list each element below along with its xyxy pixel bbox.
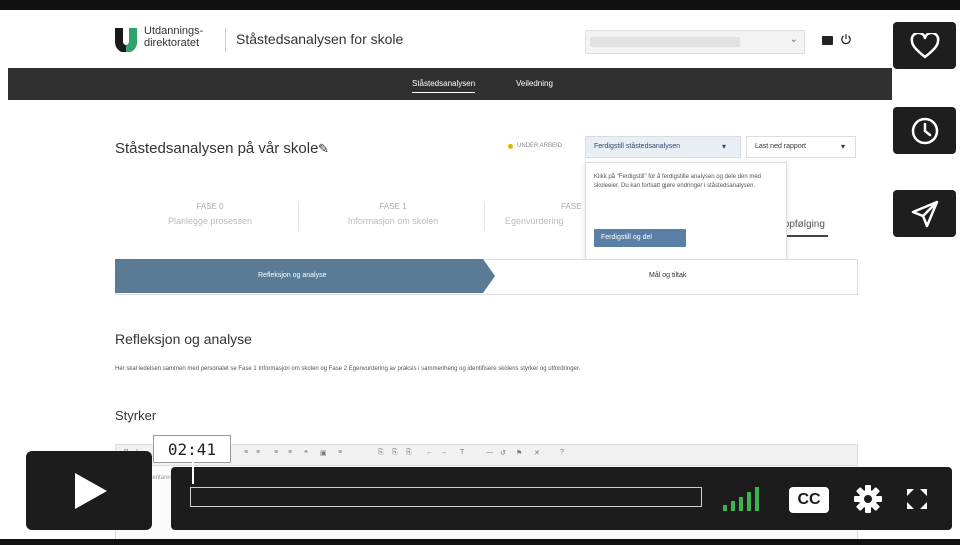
- horizontal-rule-icon[interactable]: —: [486, 449, 493, 456]
- progress-bar[interactable]: [190, 487, 702, 507]
- caret-down-icon: ▾: [721, 142, 726, 151]
- nav-item-veiledning[interactable]: Veiledning: [516, 79, 553, 88]
- section-title: Refleksjon og analyse: [115, 331, 252, 347]
- page-title: Ståstedsanalysen på vår skole: [115, 140, 319, 157]
- copy-icon[interactable]: ⎘: [392, 449, 398, 457]
- step-reflection: Refleksjon og analyse: [258, 272, 327, 279]
- power-icon[interactable]: [840, 33, 852, 45]
- like-button[interactable]: [893, 22, 956, 69]
- heart-icon: [910, 32, 939, 58]
- volume-icon[interactable]: [723, 487, 769, 511]
- message-icon[interactable]: [822, 36, 833, 45]
- chevron-down-icon: ⌄: [789, 34, 798, 45]
- finish-and-share-button[interactable]: Ferdigstill og del: [594, 229, 686, 247]
- share-button[interactable]: [893, 190, 956, 237]
- indent-icon[interactable]: ≡: [288, 449, 292, 456]
- video-frame-bottom: [0, 539, 960, 545]
- gear-icon[interactable]: [852, 483, 884, 515]
- player-controls: CC: [171, 467, 952, 530]
- school-select-value: [590, 37, 740, 47]
- finish-popover: Klikk på "Ferdigstill" for å ferdigstill…: [585, 162, 787, 262]
- time-tooltip: 02:41: [153, 435, 231, 463]
- table-icon[interactable]: ≡: [338, 449, 342, 456]
- refresh-icon[interactable]: ↺: [500, 449, 506, 457]
- undo-icon[interactable]: ←: [426, 449, 433, 456]
- play-icon: [75, 472, 107, 509]
- play-button[interactable]: [26, 451, 152, 530]
- school-select[interactable]: ⌄: [585, 30, 805, 54]
- udir-logo-icon: [115, 28, 137, 52]
- logo-text: Utdannings- direktoratet: [144, 25, 204, 49]
- phase-0-tab[interactable]: FASE 0 Planlegge prosessen: [140, 202, 280, 226]
- status-badge: UNDER ARBEID: [508, 143, 562, 149]
- finish-analysis-dropdown[interactable]: Ferdigstill ståstedsanalysen ▾: [585, 136, 741, 158]
- outdent-icon[interactable]: ≡: [274, 449, 278, 456]
- captions-button[interactable]: CC: [789, 487, 829, 513]
- image-icon[interactable]: ▣: [320, 449, 327, 457]
- popover-text: Klikk på "Ferdigstill" for å ferdigstill…: [594, 174, 762, 189]
- section-description: Her skal ledelsen sammen med personalet …: [115, 366, 581, 372]
- subsection-title: Styrker: [115, 408, 157, 423]
- clock-icon: [911, 117, 938, 144]
- phase-divider: [484, 203, 485, 231]
- time-tooltip-pointer: [192, 462, 194, 484]
- app-title: Ståstedsanalysen for skole: [236, 31, 404, 47]
- phase-2-tab[interactable]: FASE Egenvurdering: [505, 202, 585, 226]
- list-icon[interactable]: ≡: [256, 449, 260, 456]
- copy-icon[interactable]: ⎘: [378, 449, 384, 457]
- step-goals[interactable]: Mål og tiltak: [649, 272, 686, 279]
- text-format-icon[interactable]: T: [460, 449, 464, 456]
- download-report-dropdown[interactable]: Last ned rapport ▾: [746, 136, 856, 158]
- phase-divider: [298, 203, 299, 231]
- send-icon: [911, 200, 938, 227]
- list-icon[interactable]: ≡: [244, 449, 248, 456]
- clear-format-icon[interactable]: ✕: [534, 449, 540, 457]
- quote-icon[interactable]: ❝: [304, 449, 308, 457]
- flag-icon[interactable]: ⚑: [516, 449, 522, 457]
- header-divider: [225, 28, 226, 52]
- redo-icon[interactable]: →: [440, 449, 447, 456]
- copy-icon[interactable]: ⎘: [406, 449, 412, 457]
- pencil-icon[interactable]: ✎: [318, 141, 329, 157]
- caret-down-icon: ▾: [840, 142, 845, 151]
- nav-item-staastedsanalysen[interactable]: Ståstedsanalysen: [412, 79, 476, 93]
- phase-1-tab[interactable]: FASE 0 FASE 1 Informasjon om skolen: [318, 202, 468, 226]
- help-icon[interactable]: ?: [560, 449, 564, 456]
- watch-later-button[interactable]: [893, 107, 956, 154]
- fullscreen-icon[interactable]: [905, 487, 929, 511]
- video-frame-top: [0, 0, 960, 10]
- status-dot-icon: [508, 143, 513, 149]
